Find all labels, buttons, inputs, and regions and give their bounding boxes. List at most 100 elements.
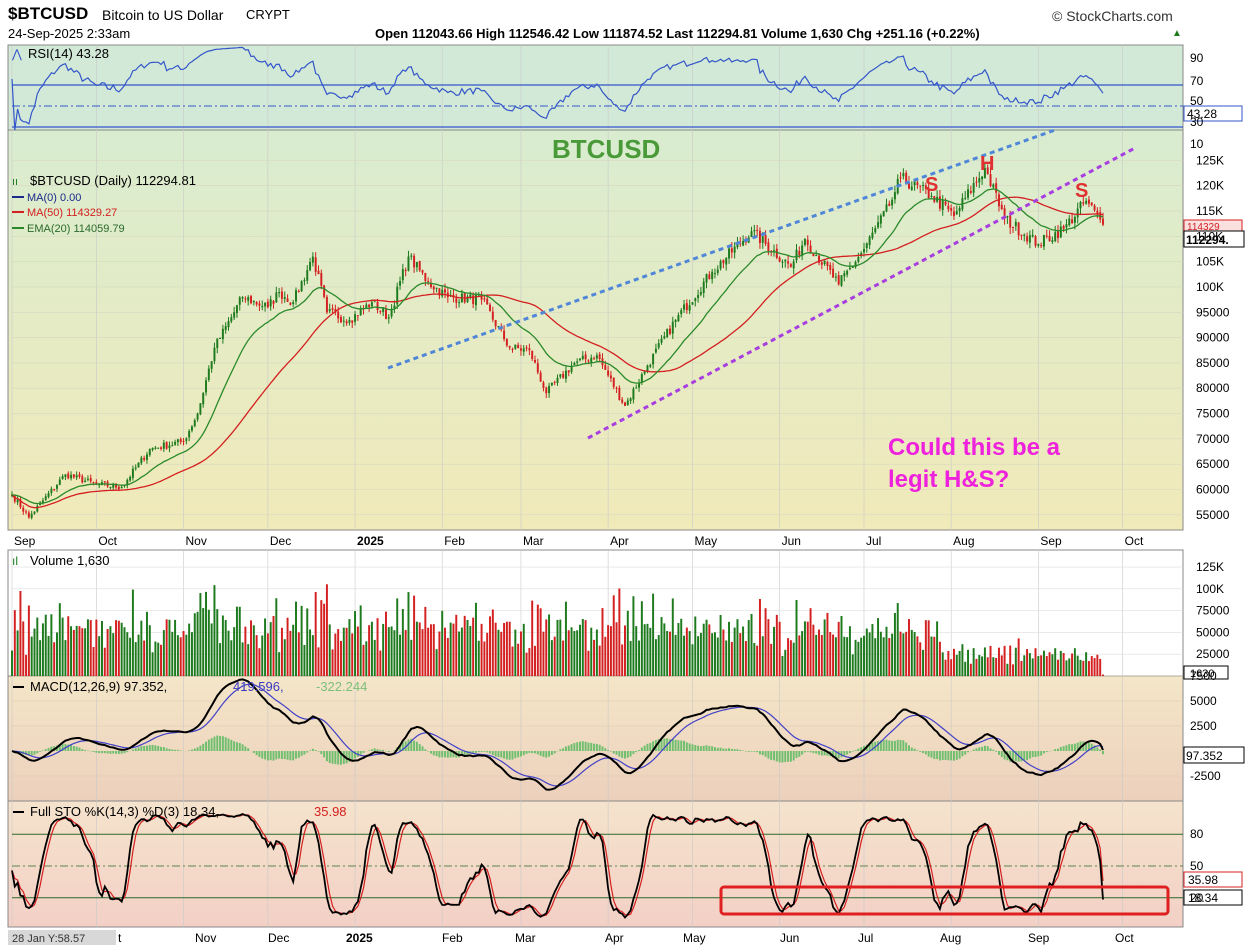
x-tick-label-bottom: Dec xyxy=(268,931,289,945)
volume-bar xyxy=(452,623,455,676)
macd-hist-bar xyxy=(635,751,638,753)
volume-bar xyxy=(95,619,98,676)
volume-bar xyxy=(145,611,148,676)
macd-tick-label: 7500 xyxy=(1190,669,1217,683)
x-tick-label-top: Dec xyxy=(270,534,291,548)
volume-bar xyxy=(716,637,719,676)
candle-body xyxy=(702,281,705,293)
macd-hist-bar xyxy=(244,746,247,751)
volume-bar xyxy=(36,617,39,676)
macd-hist-bar xyxy=(511,751,514,760)
volume-bar xyxy=(432,624,435,676)
candle-body xyxy=(1045,235,1048,237)
macd-tick-label: 2500 xyxy=(1190,719,1217,733)
volume-bar xyxy=(390,626,393,676)
candle-body xyxy=(33,511,36,514)
candle-body xyxy=(50,488,53,493)
volume-bar xyxy=(913,632,916,676)
macd-hist-bar xyxy=(792,751,795,761)
macd-hist-bar xyxy=(609,751,612,752)
volume-bar xyxy=(70,626,73,676)
candle-body xyxy=(916,182,919,185)
price-tick-label: 95000 xyxy=(1196,305,1230,319)
volume-bar xyxy=(680,618,683,676)
macd-hist-bar xyxy=(595,743,598,751)
candle-body xyxy=(345,321,348,324)
macd-hist-bar xyxy=(449,751,452,758)
macd-hist-bar xyxy=(908,745,910,751)
x-tick-label-bottom: Apr xyxy=(605,931,624,945)
volume-bar xyxy=(801,631,804,676)
volume-bar xyxy=(674,634,677,676)
macd-hist-bar xyxy=(429,751,432,754)
volume-icon: ıl xyxy=(12,554,18,568)
volume-bar xyxy=(396,598,399,676)
volume-bar xyxy=(1017,638,1020,676)
volume-bar xyxy=(11,650,13,676)
volume-bar xyxy=(207,609,210,676)
candle-body xyxy=(145,454,148,460)
macd-hist-bar xyxy=(590,742,593,751)
candle-body xyxy=(677,315,680,322)
macd-hist-bar xyxy=(224,737,227,751)
volume-bar xyxy=(460,627,463,676)
price-tick-label: 125K xyxy=(1196,153,1224,167)
candle-body xyxy=(247,297,250,301)
macd-hist-bar xyxy=(1000,751,1003,758)
volume-bar xyxy=(739,633,742,676)
macd-hist-bar xyxy=(438,751,441,758)
volume-bar xyxy=(969,663,972,676)
volume-bar xyxy=(503,623,506,676)
candle-body xyxy=(221,328,224,340)
macd-hist-bar xyxy=(995,751,998,752)
candle-body xyxy=(325,296,328,313)
candle-body xyxy=(241,297,244,299)
volume-bar xyxy=(379,650,382,676)
volume-bar xyxy=(278,652,281,676)
candle-body xyxy=(1062,225,1065,229)
macd-hist-bar xyxy=(775,751,778,762)
candle-body xyxy=(224,326,227,331)
candle-body xyxy=(955,211,958,215)
candle-body xyxy=(624,402,626,406)
candle-body xyxy=(202,393,205,405)
candle-body xyxy=(331,308,334,310)
volume-bar xyxy=(1057,659,1059,676)
volume-tick-label: 75000 xyxy=(1196,604,1230,618)
volume-bar xyxy=(41,623,44,676)
volume-bar xyxy=(528,648,531,676)
macd-hist-bar xyxy=(564,746,567,751)
macd-hist-bar xyxy=(539,751,542,756)
macd-hist-bar xyxy=(145,745,148,751)
volume-bar xyxy=(1009,645,1012,676)
volume-bar xyxy=(753,642,756,676)
candle-body xyxy=(809,245,812,253)
candle-body xyxy=(612,377,615,387)
macd-hist-bar xyxy=(1059,746,1062,751)
volume-bar xyxy=(671,598,674,676)
volume-bar xyxy=(972,648,975,676)
candle-body xyxy=(404,270,407,272)
macd-hist-bar xyxy=(247,748,250,751)
volume-bar xyxy=(233,627,236,676)
price-tick-label: 70000 xyxy=(1196,432,1230,446)
volume-bar xyxy=(81,628,84,676)
candle-body xyxy=(1076,208,1079,218)
stock-chart: BTCUSD S H S Could this be a legit H&S? … xyxy=(7,44,1245,945)
volume-tick-label: 125K xyxy=(1196,560,1224,574)
volume-bar xyxy=(550,640,553,676)
up-arrow-icon: ▲ xyxy=(1172,28,1182,39)
macd-hist-bar xyxy=(415,741,418,751)
candle-body xyxy=(328,309,331,312)
candle-body xyxy=(205,380,207,393)
x-tick-label-top: May xyxy=(694,534,717,548)
macd-hist-bar xyxy=(508,751,511,760)
candle-body xyxy=(539,372,542,382)
candle-body xyxy=(584,354,587,360)
candle-body xyxy=(663,336,666,339)
macd-hist-bar xyxy=(896,739,899,751)
candle-body xyxy=(902,173,905,177)
candle-body xyxy=(666,328,669,338)
volume-bar xyxy=(67,616,70,676)
candle-body xyxy=(1093,205,1096,211)
